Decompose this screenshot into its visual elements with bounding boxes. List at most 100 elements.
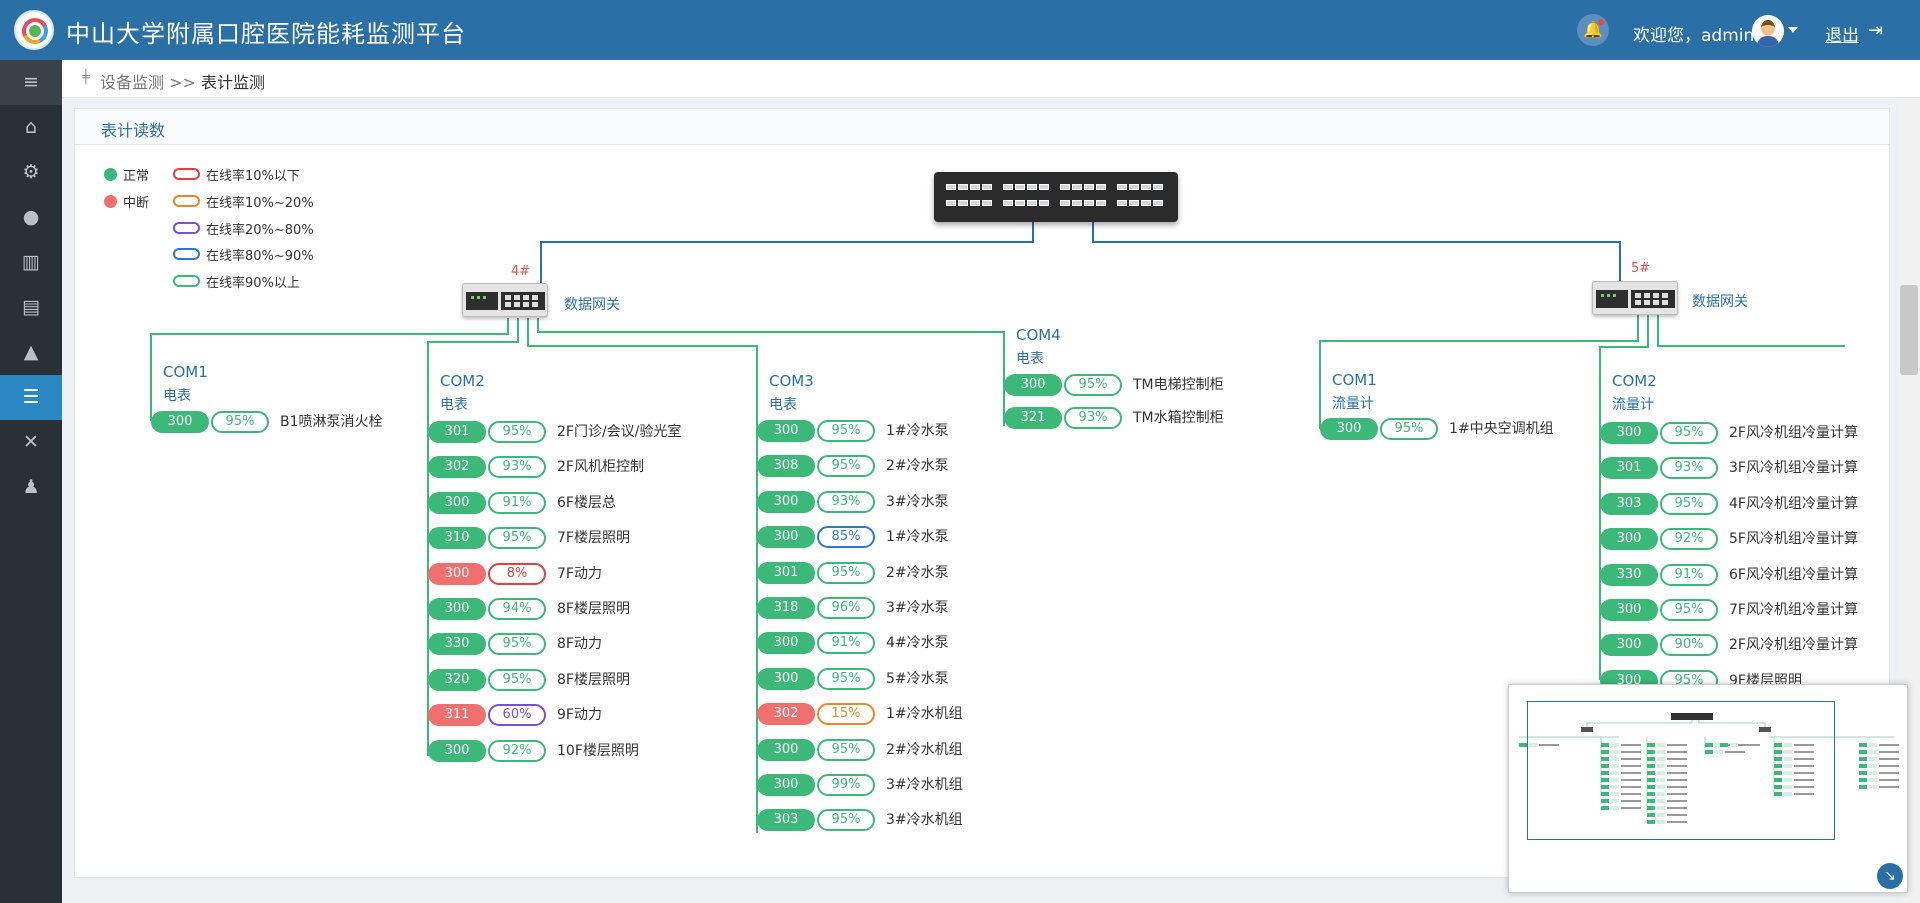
- minimap-mark: [1869, 764, 1877, 768]
- switch-port: [1060, 184, 1070, 190]
- switch-port: [1129, 184, 1139, 190]
- network-switch[interactable]: [934, 172, 1178, 222]
- com-port-name: COM1: [163, 363, 208, 381]
- meter-row[interactable]: 330 91% 6F风冷机组冷量计算: [1600, 563, 1858, 586]
- online-rate-badge: 95%: [1660, 492, 1718, 515]
- meter-reading: 300: [428, 598, 486, 620]
- online-rate-badge: 99%: [817, 774, 875, 796]
- meter-reading: 300: [757, 774, 815, 796]
- online-rate-badge: 95%: [817, 455, 875, 478]
- switch-port: [946, 184, 956, 190]
- minimap[interactable]: ↘: [1508, 684, 1908, 893]
- meter-row[interactable]: 303 95% 3#冷水机组: [757, 809, 963, 832]
- meter-row[interactable]: 300 92% 5F风冷机组冷量计算: [1600, 528, 1858, 551]
- online-rate-badge: 93%: [817, 490, 875, 513]
- meter-row[interactable]: 330 95% 8F动力: [428, 633, 602, 656]
- online-rate-badge: 95%: [488, 633, 546, 656]
- meter-row[interactable]: 300 8% 7F动力: [428, 562, 602, 585]
- switch-port: [1153, 200, 1163, 206]
- meter-type: 电表: [769, 397, 797, 413]
- meter-reading: 300: [757, 490, 815, 513]
- meter-row[interactable]: 300 92% 10F楼层照明: [428, 739, 639, 762]
- switch-port: [1096, 200, 1106, 206]
- meter-reading: 303: [757, 809, 815, 832]
- online-rate-badge: 15%: [817, 703, 875, 726]
- meter-row[interactable]: 300 95% TM电梯控制柜: [1004, 374, 1224, 396]
- meter-name: 5F风冷机组冷量计算: [1729, 531, 1858, 548]
- meter-row[interactable]: 300 95% 1#中央空调机组: [1320, 418, 1554, 440]
- meter-name: 6F风冷机组冷量计算: [1729, 566, 1858, 583]
- collapse-minimap-icon[interactable]: ↘: [1877, 863, 1903, 889]
- meter-row[interactable]: 311 60% 9F动力: [428, 704, 602, 727]
- meter-row[interactable]: 310 95% 7F楼层照明: [428, 527, 630, 550]
- meter-name: 7F风冷机组冷量计算: [1729, 602, 1858, 618]
- meter-name: 1#中央空调机组: [1449, 421, 1554, 437]
- meter-row[interactable]: 300 91% 4#冷水泵: [757, 632, 949, 655]
- meter-row[interactable]: 300 95% 2F风冷机组冷量计算: [1600, 422, 1858, 444]
- online-rate-badge: 90%: [1660, 634, 1718, 657]
- minimap-mark: [1859, 785, 1867, 789]
- gateway-device[interactable]: [1592, 281, 1678, 315]
- legend-rate-label: 在线率80%~90%: [206, 249, 314, 264]
- meter-row[interactable]: 300 95% 2#冷水机组: [757, 738, 963, 761]
- meter-row[interactable]: 318 96% 3#冷水泵: [757, 597, 949, 619]
- legend-rate-label: 在线率10%以下: [206, 169, 300, 184]
- meter-row[interactable]: 300 94% 8F楼层照明: [428, 598, 630, 620]
- meter-row[interactable]: 301 95% 2#冷水泵: [757, 561, 949, 584]
- minimap-mark: [1869, 743, 1877, 747]
- meter-reading: 300: [428, 562, 486, 585]
- meter-row[interactable]: 321 93% TM水箱控制柜: [1004, 407, 1224, 429]
- legend-normal-dot: [104, 168, 117, 181]
- meter-name: 3#冷水泵: [886, 600, 949, 616]
- meter-row[interactable]: 302 15% 1#冷水机组: [757, 703, 963, 726]
- minimap-viewport[interactable]: [1527, 701, 1835, 840]
- meter-type: 电表: [1016, 351, 1044, 367]
- online-rate-badge: 95%: [1064, 374, 1122, 396]
- meter-reading: 302: [757, 703, 815, 726]
- switch-port: [1072, 200, 1082, 206]
- meter-name: 2F门诊/会议/验光室: [557, 424, 682, 440]
- meter-name: 2F风冷机组冷量计算: [1729, 425, 1858, 441]
- meter-name: 4#冷水泵: [886, 635, 949, 652]
- meter-name: 5#冷水泵: [886, 670, 949, 687]
- meter-row[interactable]: 300 95% 5#冷水泵: [757, 667, 949, 690]
- meter-reading: 300: [1600, 422, 1658, 444]
- com-port-name: COM3: [769, 372, 814, 390]
- minimap-mark: [1869, 750, 1877, 754]
- meter-row[interactable]: 300 95% B1喷淋泵消火栓: [151, 411, 383, 433]
- switch-port: [1015, 184, 1025, 190]
- online-rate-badge: 93%: [1660, 457, 1718, 480]
- minimap-mark: [1879, 779, 1899, 781]
- meter-row[interactable]: 302 93% 2F风机柜控制: [428, 456, 644, 479]
- switch-port: [1003, 200, 1013, 206]
- meter-row[interactable]: 301 93% 3F风冷机组冷量计算: [1600, 457, 1858, 480]
- switch-port: [946, 200, 956, 206]
- meter-row[interactable]: 301 95% 2F门诊/会议/验光室: [428, 421, 681, 443]
- meter-row[interactable]: 300 85% 1#冷水泵: [757, 526, 949, 549]
- meter-reading: 310: [428, 527, 486, 550]
- meter-name: 8F楼层照明: [557, 601, 630, 617]
- meter-row[interactable]: 308 95% 2#冷水泵: [757, 455, 949, 478]
- meter-row[interactable]: 300 95% 7F风冷机组冷量计算: [1600, 599, 1858, 621]
- meter-row[interactable]: 300 95% 9F楼层照明: [1600, 669, 1802, 692]
- meter-name: 1#冷水机组: [886, 706, 963, 723]
- meter-row[interactable]: 300 99% 3#冷水机组: [757, 774, 963, 796]
- switch-port: [982, 184, 992, 190]
- meter-name: 8F楼层照明: [557, 671, 630, 688]
- meter-name: 1#冷水泵: [886, 423, 949, 439]
- switch-port: [1060, 200, 1070, 206]
- online-rate-badge: 93%: [1064, 407, 1122, 429]
- meter-row[interactable]: 300 95% 1#冷水泵: [757, 420, 949, 442]
- online-rate-badge: 95%: [1380, 418, 1438, 440]
- meter-reading: 330: [1600, 563, 1658, 586]
- meter-row[interactable]: 320 95% 8F楼层照明: [428, 668, 630, 691]
- gateway-device[interactable]: [462, 283, 548, 317]
- meter-row[interactable]: 303 95% 4F风冷机组冷量计算: [1600, 492, 1858, 515]
- meter-row[interactable]: 300 90% 2F风冷机组冷量计算: [1600, 634, 1858, 657]
- meter-row[interactable]: 300 91% 6F楼层总: [428, 491, 616, 514]
- meter-name: 1#冷水泵: [886, 529, 949, 546]
- minimap-mark: [1879, 758, 1899, 760]
- legend-normal-label: 正常: [123, 169, 150, 184]
- scrollbar-thumb[interactable]: [1900, 285, 1918, 375]
- meter-row[interactable]: 300 93% 3#冷水泵: [757, 490, 949, 513]
